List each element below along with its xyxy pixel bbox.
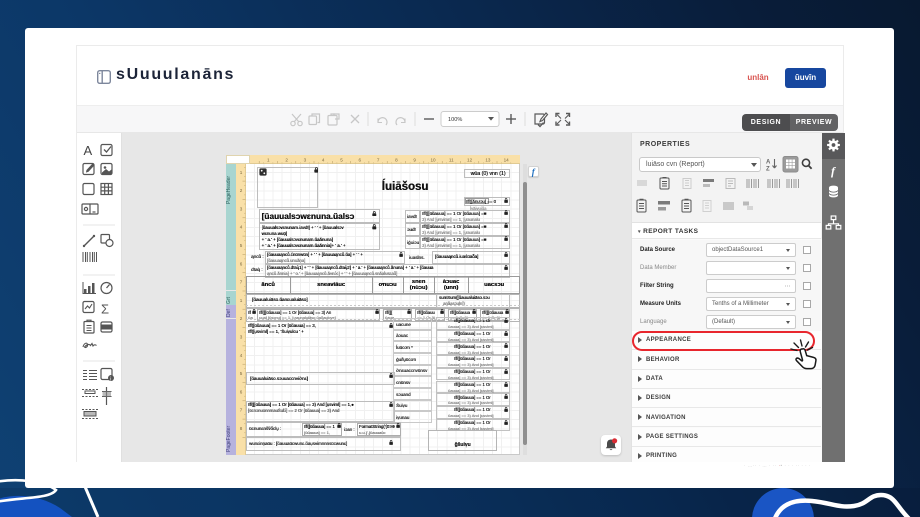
- svg-text:2: 2: [240, 188, 243, 193]
- svg-text:9: 9: [413, 158, 416, 163]
- svg-text:6: 6: [358, 158, 361, 163]
- svg-text:Z: Z: [766, 167, 770, 173]
- svg-text:2: 2: [285, 158, 288, 163]
- svg-text:3: 3: [240, 335, 243, 340]
- svg-text:i: i: [110, 376, 111, 382]
- svg-text:1: 1: [240, 298, 243, 303]
- svg-text:2: 2: [240, 316, 243, 321]
- svg-text:5: 5: [240, 243, 243, 248]
- svg-text:A: A: [766, 160, 771, 166]
- svg-text:11: 11: [448, 158, 453, 163]
- svg-text:3: 3: [240, 206, 243, 211]
- svg-text:100%: 100%: [448, 117, 462, 123]
- svg-text:5: 5: [240, 371, 243, 376]
- svg-text:8: 8: [240, 426, 243, 431]
- svg-text:13: 13: [485, 158, 491, 163]
- svg-text:6: 6: [240, 389, 243, 394]
- svg-text:7: 7: [240, 280, 243, 285]
- svg-text:1: 1: [240, 170, 243, 175]
- svg-text:f: f: [831, 164, 836, 178]
- svg-text:4: 4: [321, 158, 324, 163]
- svg-text:1: 1: [267, 158, 270, 163]
- svg-text:3: 3: [303, 158, 306, 163]
- svg-text:5: 5: [340, 158, 343, 163]
- svg-text:6: 6: [240, 261, 243, 266]
- svg-text:7: 7: [240, 408, 243, 413]
- svg-text:10: 10: [430, 158, 436, 163]
- svg-text:4: 4: [240, 225, 243, 230]
- svg-text:12: 12: [467, 158, 473, 163]
- svg-text:8: 8: [395, 158, 398, 163]
- svg-text:Σ: Σ: [101, 302, 109, 317]
- svg-text:14: 14: [503, 158, 509, 163]
- svg-text:A: A: [84, 143, 93, 158]
- svg-text:4: 4: [240, 353, 243, 358]
- svg-text:7: 7: [376, 158, 379, 163]
